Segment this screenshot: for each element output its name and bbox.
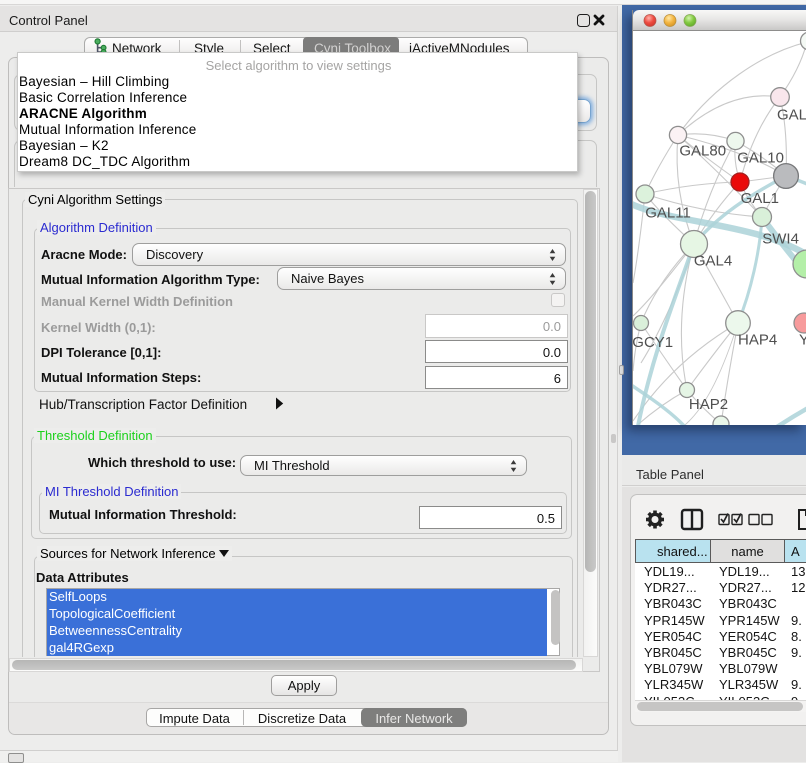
svg-text:GAL80: GAL80 [679,143,726,160]
svg-text:GAL1: GAL1 [741,190,779,207]
svg-text:GAL2: GAL2 [777,107,806,124]
svg-text:GAL4: GAL4 [694,253,732,270]
svg-text:HAP2: HAP2 [689,396,728,413]
svg-text:GAL10: GAL10 [737,150,784,167]
svg-text:YMR: YMR [799,332,806,349]
svg-text:SWI4: SWI4 [762,231,799,248]
svg-text:GAL11: GAL11 [645,205,691,222]
svg-text:GCY1: GCY1 [633,334,673,351]
svg-text:HAP4: HAP4 [738,332,777,349]
